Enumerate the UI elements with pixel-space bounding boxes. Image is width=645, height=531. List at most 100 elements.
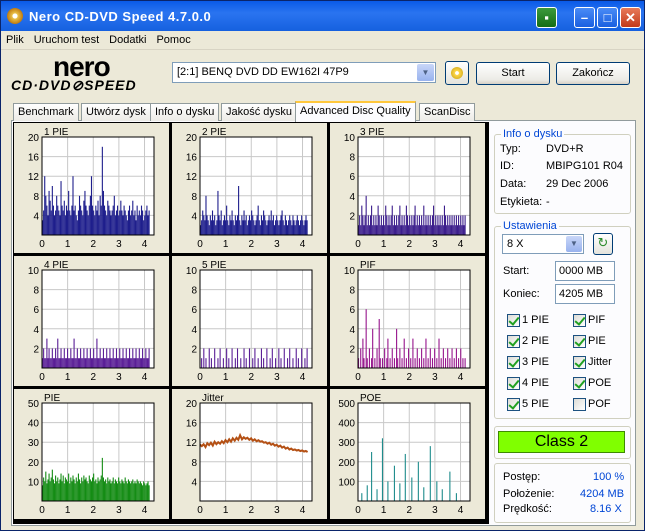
menu-plik[interactable]: Plik <box>1 31 29 46</box>
bar <box>213 220 215 235</box>
bar <box>60 473 62 501</box>
bar <box>436 358 438 368</box>
x-tick-label: 2 <box>248 239 254 250</box>
bar <box>127 479 129 501</box>
checkbox-pif[interactable] <box>573 314 586 327</box>
y-tick-label: 20 <box>28 458 40 469</box>
tab-advanced-disc-quality[interactable]: Advanced Disc Quality <box>295 101 416 122</box>
bar <box>82 215 84 235</box>
bar <box>119 210 121 235</box>
bar <box>222 220 224 235</box>
menu-dodatki[interactable]: Dodatki <box>104 31 151 46</box>
bar <box>419 225 422 235</box>
bar <box>275 220 277 235</box>
bar <box>226 348 228 368</box>
chart-svg: 2 4 6 8 10 0 1 2 3 4 4 PIE <box>28 260 155 383</box>
checkbox-pie[interactable] <box>573 335 586 348</box>
bar <box>132 479 134 501</box>
bar <box>386 358 388 368</box>
checkbox-4-pie[interactable] <box>507 377 520 390</box>
bar <box>403 215 405 235</box>
tab-scandisc[interactable]: ScanDisc <box>419 103 476 121</box>
bar <box>365 195 367 235</box>
checkbox-3-pie[interactable] <box>507 356 520 369</box>
y-tick-label: 8 <box>33 192 39 203</box>
bar <box>366 358 368 368</box>
bar <box>234 358 236 368</box>
bar <box>442 348 444 368</box>
title-bar[interactable]: Nero CD-DVD Speed 4.7.0.0 ▪ – □ ✕ <box>1 1 644 31</box>
menu-uruchom-test[interactable]: Uruchom test <box>29 31 104 46</box>
tab-disc-info[interactable]: Info o dysku <box>150 103 220 121</box>
bar <box>279 220 281 235</box>
minimize-button[interactable]: – <box>574 7 595 28</box>
tab-disc-quality[interactable]: Jakość dysku <box>221 103 298 121</box>
bar <box>385 205 387 235</box>
bar <box>45 195 47 235</box>
checkbox-pof[interactable] <box>573 398 586 411</box>
bar <box>84 190 86 235</box>
charts-grid: 4 8 12 16 20 0 1 2 3 4 1 PIE 4 8 12 16 20 0 1 2 3 4 2 PIE 2 4 6 8… <box>13 122 489 524</box>
end-button[interactable]: Zakończ <box>556 62 630 85</box>
bar <box>117 205 119 235</box>
checkbox-poe[interactable] <box>573 377 586 390</box>
bar <box>93 473 95 501</box>
chevron-down-icon[interactable]: ▼ <box>566 236 582 252</box>
bar <box>252 215 254 235</box>
bar <box>447 215 449 235</box>
speed-select[interactable]: 8 X ▼ <box>502 234 584 254</box>
start-button[interactable]: Start <box>476 62 550 85</box>
bar <box>130 215 132 235</box>
end-field[interactable]: 4205 MB <box>555 284 615 304</box>
chevron-down-icon[interactable]: ▼ <box>417 64 434 81</box>
bar <box>269 220 271 235</box>
bar <box>142 485 144 501</box>
app-window: Nero CD-DVD Speed 4.7.0.0 ▪ – □ ✕ Plik Ur… <box>0 0 645 531</box>
bar <box>257 205 259 235</box>
bar <box>130 358 132 368</box>
eject-disc-button[interactable] <box>445 61 469 85</box>
y-tick-label: 4 <box>33 325 39 336</box>
bar <box>301 215 303 235</box>
tab-create-disc[interactable]: Utwórz dysk <box>81 103 151 121</box>
bar <box>440 225 442 235</box>
checkbox-2-pie[interactable] <box>507 335 520 348</box>
bar <box>143 358 145 368</box>
close-button[interactable]: ✕ <box>620 7 641 28</box>
bar <box>271 220 273 235</box>
bar <box>88 205 90 235</box>
checkbox-1-pie[interactable] <box>507 314 520 327</box>
tab-benchmark[interactable]: Benchmark <box>13 103 79 121</box>
start-field[interactable]: 0000 MB <box>555 261 615 281</box>
y-tick-label: 12 <box>28 172 40 183</box>
bar <box>265 220 267 235</box>
checkbox-label: PIE <box>588 335 606 347</box>
disc-label-value: - <box>546 196 550 208</box>
tray-icon-button[interactable]: ▪ <box>536 7 557 28</box>
bar <box>100 358 102 368</box>
bar <box>422 225 424 235</box>
chart-title: 4 PIE <box>44 260 69 271</box>
bar <box>52 358 54 368</box>
chart-title: Jitter <box>202 393 224 404</box>
bar <box>365 309 367 368</box>
bar <box>81 477 83 501</box>
bar <box>69 358 71 368</box>
bar <box>88 475 90 501</box>
menu-pomoc[interactable]: Pomoc <box>151 31 195 46</box>
chart-2-pie: 4 8 12 16 20 0 1 2 3 4 2 PIE <box>172 123 327 253</box>
bar <box>89 195 91 235</box>
y-tick-label: 30 <box>28 438 40 449</box>
refresh-button[interactable]: ↻ <box>593 233 613 255</box>
checkbox-jitter[interactable] <box>573 356 586 369</box>
bar <box>80 348 82 368</box>
bar <box>77 358 79 368</box>
drive-select[interactable]: [2:1] BENQ DVD DD EW162I 47P9 ▼ <box>172 62 436 83</box>
maximize-button[interactable]: □ <box>597 7 618 28</box>
bar <box>386 215 388 235</box>
bar <box>286 225 289 235</box>
bar <box>296 215 298 235</box>
checkbox-5-pie[interactable] <box>507 398 520 411</box>
bar <box>300 220 302 235</box>
bar <box>83 348 85 368</box>
